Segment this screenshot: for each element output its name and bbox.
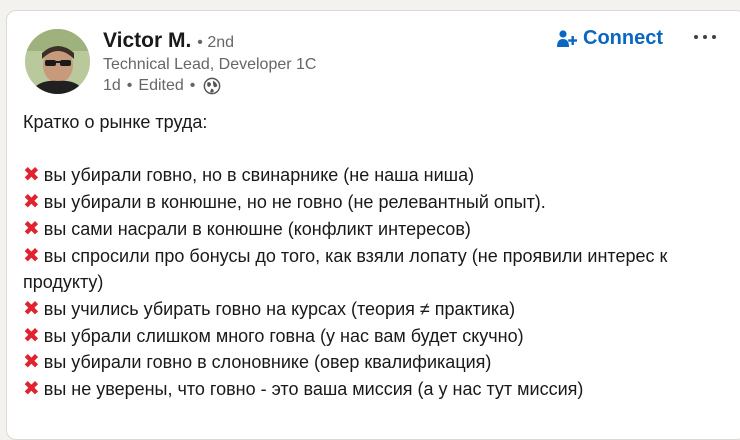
cross-mark-icon: ✖: [23, 324, 40, 347]
post-body: Кратко о рынке труда: ✖ вы убирали говно,…: [23, 109, 723, 403]
more-options-button[interactable]: [691, 25, 719, 49]
author-name[interactable]: Victor M.: [103, 29, 191, 53]
list-item-text: вы убирали говно, но в свинарнике (не на…: [43, 165, 475, 186]
author-name-row: Victor M. • 2nd: [103, 29, 234, 53]
list-item: ✖ вы сами насрали в конюшне (конфликт инт…: [23, 216, 723, 243]
cross-mark-icon: ✖: [23, 244, 40, 267]
cross-mark-icon: ✖: [23, 351, 40, 374]
more-icon: [694, 35, 716, 39]
connect-label: Connect: [583, 27, 663, 49]
list-item-text: вы убрали слишком много говна (у нас вам…: [43, 325, 524, 346]
list-item: ✖ вы убрали слишком много говна (у нас ва…: [23, 323, 723, 350]
list-item: ✖ вы убирали говно в слоновнике (овер ква…: [23, 349, 723, 376]
add-person-icon: [557, 29, 577, 47]
cross-mark-icon: ✖: [23, 217, 40, 240]
list-item-text: вы убирали говно в слоновнике (овер квал…: [43, 352, 492, 373]
cross-mark-icon: ✖: [23, 297, 40, 320]
globe-icon: [204, 77, 221, 95]
list-item: ✖ вы убирали говно, но в свинарнике (не н…: [23, 162, 723, 189]
avatar-photo: [25, 29, 90, 94]
list-item: ✖ вы учились убирать говно на курсах (тео…: [23, 296, 723, 323]
cross-mark-icon: ✖: [23, 164, 40, 187]
list-item: ✖ вы спросили про бонусы до того, как взя…: [23, 243, 723, 296]
list-item-text: вы сами насрали в конюшне (конфликт инте…: [43, 218, 471, 239]
post-time: 1d: [103, 77, 121, 94]
post-card: Victor M. • 2nd Technical Lead, Develope…: [6, 10, 740, 440]
connect-button[interactable]: Connect: [557, 27, 663, 50]
list-item: ✖ вы убирали в конюшне, но не говно (не р…: [23, 189, 723, 216]
cross-mark-icon: ✖: [23, 378, 40, 401]
meta-separator: •: [126, 77, 133, 94]
list-item-text: вы убирали в конюшне, но не говно (не ре…: [43, 192, 546, 213]
connection-degree: • 2nd: [197, 34, 235, 51]
author-headline: Technical Lead, Developer 1C: [103, 56, 317, 73]
meta-separator: •: [189, 77, 196, 94]
list-item-text: вы не уверены, что говно - это ваша мисс…: [43, 379, 584, 400]
post-intro: Кратко о рынке труда:: [23, 112, 208, 132]
post-meta: 1d • Edited •: [103, 77, 221, 95]
avatar[interactable]: [25, 29, 90, 94]
list-item: ✖ вы не уверены, что говно - это ваша мис…: [23, 376, 723, 403]
edited-label: Edited: [138, 77, 184, 94]
list-item-text: вы учились убирать говно на курсах (теор…: [43, 298, 516, 319]
cross-mark-icon: ✖: [23, 191, 40, 214]
list-item-text: вы спросили про бонусы до того, как взял…: [23, 245, 668, 293]
